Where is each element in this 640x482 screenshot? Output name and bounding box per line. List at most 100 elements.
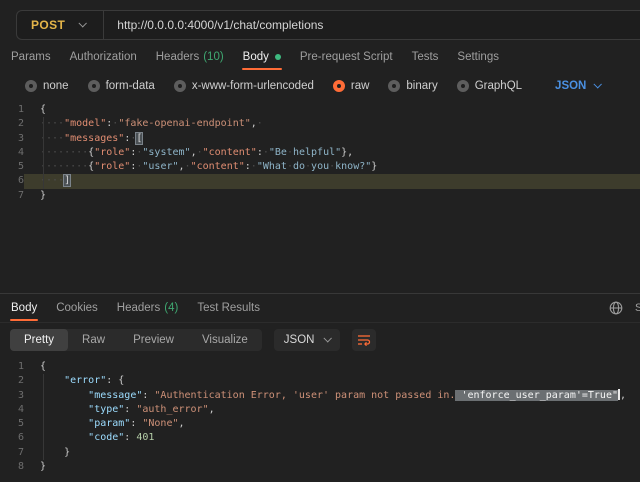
response-tab-test-results[interactable]: Test Results	[196, 294, 261, 322]
code-line[interactable]: 3····"messages":·[	[0, 132, 640, 146]
wrap-text-icon	[357, 334, 371, 346]
code-text: }	[24, 189, 640, 203]
line-number: 7	[0, 189, 24, 203]
radio-graphql[interactable]: GraphQL	[457, 80, 522, 92]
response-section: Body Cookies Headers (4) Test Results S …	[0, 293, 640, 482]
radio-x-www-form-urlencoded[interactable]: x-www-form-urlencoded	[174, 80, 314, 92]
code-line[interactable]: 2 "error": {	[0, 374, 640, 388]
tab-label: Settings	[457, 51, 499, 63]
tab-label: Params	[11, 51, 51, 63]
view-raw-button[interactable]: Raw	[68, 329, 119, 351]
radio-binary[interactable]: binary	[388, 80, 437, 92]
tab-body[interactable]: Body	[242, 42, 282, 71]
code-text: ····]	[24, 174, 640, 188]
code-text: {	[24, 360, 640, 374]
radio-icon	[88, 80, 100, 92]
code-line[interactable]: 8}	[0, 460, 640, 474]
radio-icon	[457, 80, 469, 92]
code-line[interactable]: 6····]	[0, 174, 640, 188]
line-number: 7	[0, 446, 24, 460]
request-language-selector[interactable]: JSON	[555, 80, 600, 92]
radio-none[interactable]: none	[25, 80, 69, 92]
tab-label: Body	[243, 51, 269, 63]
radio-label: form-data	[106, 80, 155, 92]
line-number: 1	[0, 103, 24, 117]
code-text: }	[24, 446, 640, 460]
response-toolbar: Pretty Raw Preview Visualize JSON	[0, 323, 640, 356]
tab-label: Headers	[117, 302, 160, 314]
code-line[interactable]: 4 "type": "auth_error",	[0, 403, 640, 417]
tab-headers[interactable]: Headers (10)	[155, 42, 225, 71]
selected-text: 'enforce_user_param'=True"	[455, 390, 618, 401]
response-tabs: Body Cookies Headers (4) Test Results S	[0, 294, 640, 323]
tab-label: Authorization	[70, 51, 137, 63]
code-line[interactable]: 1{	[0, 103, 640, 117]
tab-settings[interactable]: Settings	[456, 42, 500, 71]
code-line[interactable]: 7}	[0, 189, 640, 203]
request-url-bar: POST http://0.0.0.0:4000/v1/chat/complet…	[16, 10, 640, 40]
radio-label: none	[43, 80, 69, 92]
request-tabs: Params Authorization Headers (10) Body P…	[0, 40, 640, 71]
chevron-down-icon	[324, 334, 332, 342]
tab-tests[interactable]: Tests	[411, 42, 440, 71]
request-body-editor[interactable]: 1{2····"model":·"fake-openai-endpoint",·…	[0, 100, 640, 293]
indent-guide	[43, 374, 44, 460]
line-number: 3	[0, 389, 24, 403]
headers-count: (10)	[203, 51, 223, 63]
code-text: {	[24, 103, 640, 117]
response-body-viewer[interactable]: 1{2 "error": {3 "message": "Authenticati…	[0, 356, 640, 482]
view-visualize-button[interactable]: Visualize	[188, 329, 262, 351]
response-view-switcher: Pretty Raw Preview Visualize	[10, 329, 262, 351]
radio-label: binary	[406, 80, 437, 92]
code-text: ····"messages":·[	[24, 132, 640, 146]
wrap-text-button[interactable]	[352, 329, 376, 351]
tab-params[interactable]: Params	[10, 42, 52, 71]
method-label: POST	[31, 18, 65, 32]
code-line[interactable]: 5········{"role":·"user",·"content":·"Wh…	[0, 160, 640, 174]
response-tab-headers[interactable]: Headers (4)	[116, 294, 180, 322]
code-line[interactable]: 4········{"role":·"system",·"content":·"…	[0, 146, 640, 160]
tab-label: Cookies	[56, 302, 98, 314]
language-label: JSON	[555, 80, 586, 92]
code-line[interactable]: 3 "message": "Authentication Error, 'use…	[0, 389, 640, 403]
status-label-partial: S	[635, 302, 640, 314]
view-preview-button[interactable]: Preview	[119, 329, 188, 351]
radio-icon	[174, 80, 186, 92]
tab-label: Headers	[156, 51, 199, 63]
tab-pre-request-script[interactable]: Pre-request Script	[299, 42, 394, 71]
radio-label: GraphQL	[475, 80, 522, 92]
indent-guide	[43, 117, 44, 189]
code-text: "type": "auth_error",	[24, 403, 640, 417]
response-language-selector[interactable]: JSON	[274, 329, 341, 351]
code-text: ········{"role":·"system",·"content":·"B…	[24, 146, 640, 160]
line-number: 5	[0, 160, 24, 174]
globe-icon[interactable]	[609, 301, 623, 315]
language-label: JSON	[284, 334, 315, 346]
method-selector[interactable]: POST	[17, 18, 103, 32]
code-line[interactable]: 7 }	[0, 446, 640, 460]
chevron-down-icon	[79, 19, 87, 27]
tab-label: Test Results	[197, 302, 260, 314]
request-url-row: POST http://0.0.0.0:4000/v1/chat/complet…	[0, 0, 640, 40]
radio-form-data[interactable]: form-data	[88, 80, 155, 92]
radio-raw[interactable]: raw	[333, 80, 370, 92]
view-pretty-button[interactable]: Pretty	[10, 329, 68, 351]
tab-authorization[interactable]: Authorization	[69, 42, 138, 71]
url-input[interactable]: http://0.0.0.0:4000/v1/chat/completions	[104, 18, 323, 32]
line-number: 3	[0, 132, 24, 146]
code-text: "code": 401	[24, 431, 640, 445]
line-number: 4	[0, 146, 24, 160]
code-text: "param": "None",	[24, 417, 640, 431]
code-line[interactable]: 2····"model":·"fake-openai-endpoint",·	[0, 117, 640, 131]
radio-icon-selected	[333, 80, 345, 92]
code-text: }	[24, 460, 640, 474]
code-line[interactable]: 1{	[0, 360, 640, 374]
code-text: ····"model":·"fake-openai-endpoint",·	[24, 117, 640, 131]
body-type-selector: none form-data x-www-form-urlencoded raw…	[0, 71, 640, 100]
response-tab-cookies[interactable]: Cookies	[55, 294, 99, 322]
line-number: 2	[0, 117, 24, 131]
code-line[interactable]: 6 "code": 401	[0, 431, 640, 445]
code-text: ········{"role":·"user",·"content":·"Wha…	[24, 160, 640, 174]
response-tab-body[interactable]: Body	[10, 294, 38, 322]
code-line[interactable]: 5 "param": "None",	[0, 417, 640, 431]
